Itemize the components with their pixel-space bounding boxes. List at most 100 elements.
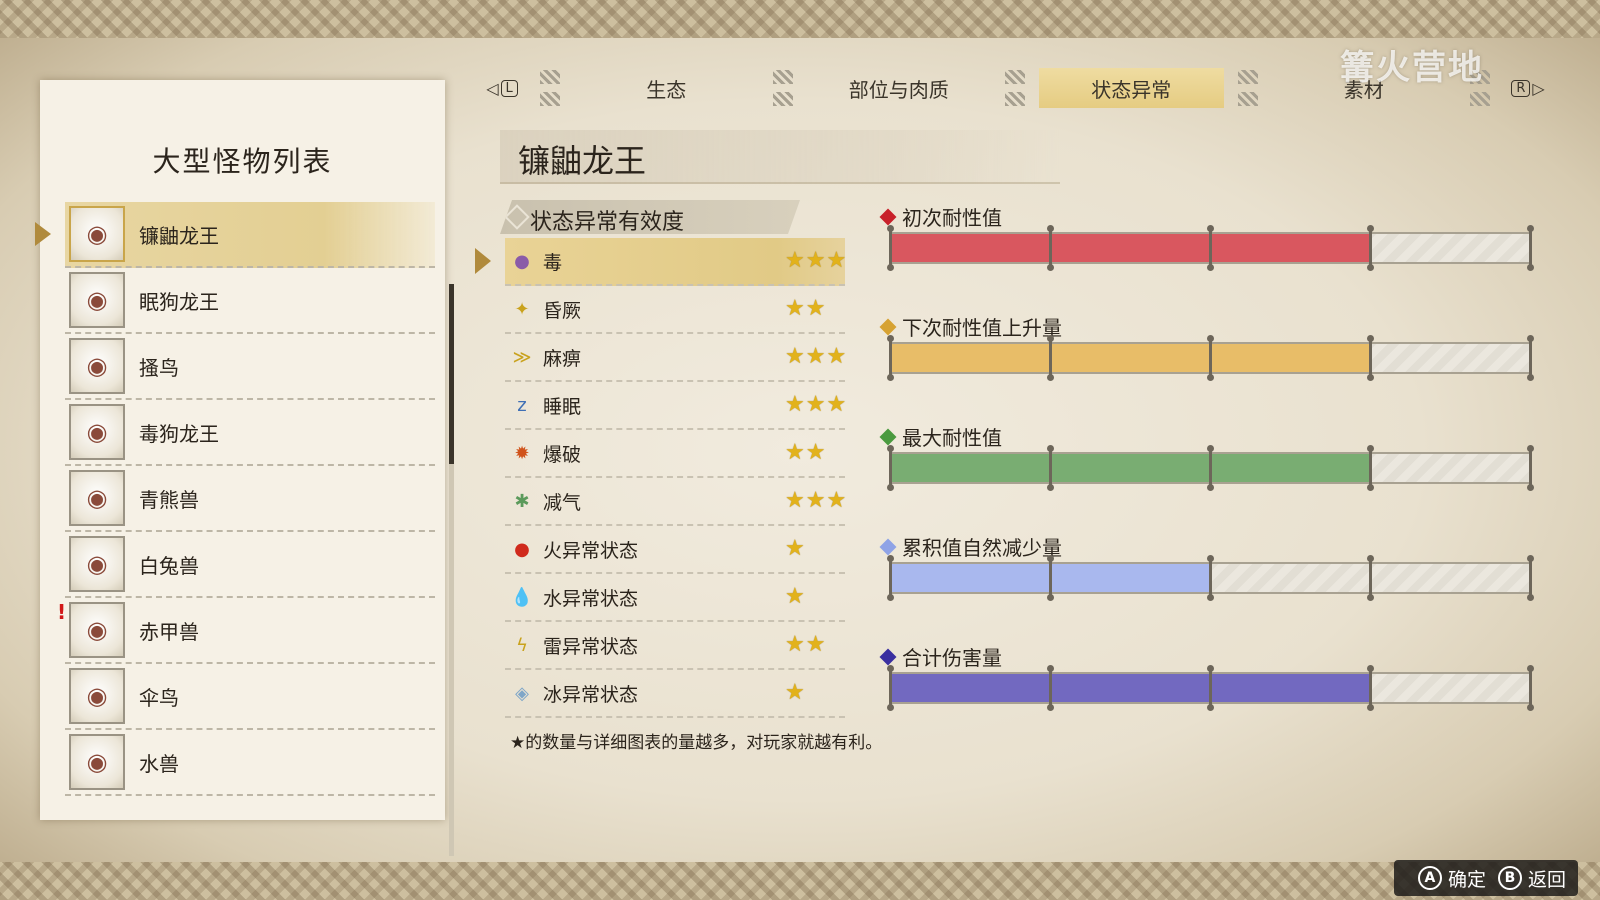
back-label: 返回 — [1527, 868, 1566, 891]
confirm-label: 确定 — [1447, 868, 1486, 891]
status-bars: 初次耐性值 下次耐性值上升量 最大耐性值 累积值自然减少量 合计伤害量 — [879, 198, 1540, 748]
effectiveness-row[interactable]: ≫ 麻痹 ★★★ — [505, 334, 846, 382]
star-rating: ★★ — [785, 632, 827, 657]
ailment-name: 昏厥 — [543, 299, 582, 322]
stat-bar-label: 最大耐性值 — [902, 426, 1002, 450]
stat-bar-label-row: 合计伤害量 — [879, 642, 1002, 671]
monster-name: 青熊兽 — [139, 487, 199, 512]
stat-bar-tick — [1206, 445, 1214, 491]
monster-list-item[interactable]: ◉ 伞鸟 — [65, 664, 435, 730]
chevron-left-icon: ◁ — [486, 78, 499, 98]
effectiveness-header-label: 状态异常有效度 — [530, 210, 685, 235]
ailment-name: 爆破 — [543, 443, 582, 466]
tab-next-button[interactable]: R ▷ — [1504, 73, 1550, 103]
stat-bar-track — [886, 225, 1534, 271]
monster-portrait-icon: ◉ — [69, 734, 125, 790]
stat-bar-tick — [1206, 665, 1214, 711]
effectiveness-row[interactable]: 💧 水异常状态 ★ — [505, 574, 845, 622]
stat-bar-block: 合计伤害量 — [879, 638, 1540, 748]
effectiveness-row[interactable]: z 睡眠 ★★★ — [505, 382, 848, 430]
monster-name: 眠狗龙王 — [139, 289, 219, 314]
ailment-name: 水异常状态 — [543, 587, 639, 610]
monster-portrait-icon: ◉ — [69, 206, 125, 262]
star-rating: ★★ — [785, 440, 827, 465]
monster-name: 伞鸟 — [139, 685, 179, 710]
b-button-icon: B — [1497, 866, 1522, 890]
stat-bar-track — [886, 335, 1534, 381]
effectiveness-row[interactable]: ◈ 冰异常状态 ★ — [505, 670, 845, 718]
monster-title: 镰鼬龙王 — [518, 142, 647, 180]
watermark: 篝火营地 — [1340, 48, 1484, 88]
back-prompt[interactable]: B 返回 — [1497, 865, 1566, 892]
monster-list-item[interactable]: ◉ 毒狗龙王 — [65, 400, 435, 466]
effectiveness-row[interactable]: ϟ 雷异常状态 ★★ — [505, 622, 845, 670]
tab-ecology[interactable]: 生态 — [574, 68, 759, 108]
monster-name: 镰鼬龙王 — [139, 223, 219, 248]
monster-list-item[interactable]: ◉ 青熊兽 — [65, 466, 435, 532]
effectiveness-row[interactable]: ✱ 减气 ★★★ — [505, 478, 846, 526]
exhaust-icon: ✱ — [514, 490, 530, 512]
effectiveness-row[interactable]: ● 毒 ★★★ — [475, 238, 846, 286]
footnote: ★的数量与详细图表的量越多，对玩家就越有利。 — [510, 733, 883, 753]
monster-list-item[interactable]: ◉ 白兔兽 — [65, 532, 435, 598]
ailment-name: 毒 — [543, 251, 563, 274]
stat-bar-track — [886, 445, 1534, 491]
ailment-name: 减气 — [543, 491, 582, 514]
star-rating: ★★★ — [785, 392, 848, 417]
ice-icon: ◈ — [515, 682, 529, 704]
monster-list-scrollbar[interactable] — [449, 284, 454, 856]
stat-bar-tick — [1366, 225, 1374, 271]
ailment-name: 睡眠 — [543, 395, 582, 418]
effectiveness-row[interactable]: ✹ 爆破 ★★ — [505, 430, 845, 478]
stat-bar-tick — [886, 225, 894, 271]
diamond-icon — [879, 648, 897, 665]
tab-parts-hitzones[interactable]: 部位与肉质 — [807, 68, 992, 108]
tab-status-ailments[interactable]: 状态异常 — [1039, 68, 1224, 108]
button-prompts: A 确定 B 返回 — [1393, 860, 1578, 896]
stat-bar-tick — [1366, 445, 1374, 491]
effectiveness-row[interactable]: ✦ 昏厥 ★★ — [505, 286, 845, 334]
stat-bar-tick — [1366, 555, 1374, 601]
ailment-name: 麻痹 — [543, 347, 582, 370]
monster-list-item[interactable]: ◉ 镰鼬龙王 — [35, 202, 435, 268]
stat-bar-tick — [886, 555, 894, 601]
stat-bar-block: 累积值自然减少量 — [879, 528, 1540, 638]
monster-list-item[interactable]: ◉ 水兽 — [65, 730, 435, 796]
monster-name: 白兔兽 — [139, 553, 199, 578]
stat-bar-tick — [1046, 445, 1054, 491]
stat-bar-tick — [1206, 555, 1214, 601]
tab-prev-button[interactable]: ◁ L — [480, 73, 526, 103]
monster-list-item[interactable]: ◉ 搔鸟 — [65, 334, 435, 400]
stat-bar-label: 下次耐性值上升量 — [902, 316, 1062, 340]
effectiveness-row[interactable]: ● 火异常状态 ★ — [505, 526, 845, 574]
poison-icon: ● — [514, 250, 530, 272]
tab-separator — [526, 68, 574, 108]
stat-bar-label-row: 最大耐性值 — [879, 422, 1002, 451]
monster-name: 赤甲兽 — [139, 619, 199, 644]
confirm-prompt[interactable]: A 确定 — [1417, 865, 1486, 892]
bottom-decorative-border — [0, 862, 1600, 900]
monster-list-item[interactable]: ! ◉ 赤甲兽 — [57, 598, 435, 664]
stat-bar-tick — [886, 665, 894, 711]
water-icon: 💧 — [510, 586, 534, 608]
effectiveness-list: ● 毒 ★★★ ✦ 昏厥 ★★ ≫ 麻痹 ★★★ z 睡眠 ★★★ ✹ 爆破 ★★ ✱ 减气 ★★★ ● 火异常状态 ★… — [475, 238, 848, 718]
stat-bar-track — [886, 665, 1534, 711]
r-key-icon: R — [1511, 79, 1531, 97]
ailment-name: 火异常状态 — [543, 539, 639, 562]
alert-icon: ! — [57, 600, 67, 624]
monster-portrait-icon: ◉ — [69, 536, 125, 592]
stat-bar-tick — [1526, 335, 1534, 381]
monster-portrait-icon: ◉ — [69, 338, 125, 394]
star-rating: ★ — [785, 680, 806, 705]
tab-separator — [991, 68, 1039, 108]
monster-name: 水兽 — [139, 751, 179, 776]
scroll-thumb[interactable] — [449, 284, 454, 464]
stat-bar-tick — [1046, 225, 1054, 271]
monster-list-item[interactable]: ◉ 眠狗龙王 — [65, 268, 435, 334]
monster-portrait-icon: ◉ — [69, 668, 125, 724]
stat-bar-block: 下次耐性值上升量 — [879, 308, 1540, 418]
effectiveness-header: 状态异常有效度 — [500, 200, 800, 234]
stat-bar-tick — [1046, 335, 1054, 381]
stat-bar-tick — [1206, 225, 1214, 271]
thunder-icon: ϟ — [516, 634, 528, 656]
